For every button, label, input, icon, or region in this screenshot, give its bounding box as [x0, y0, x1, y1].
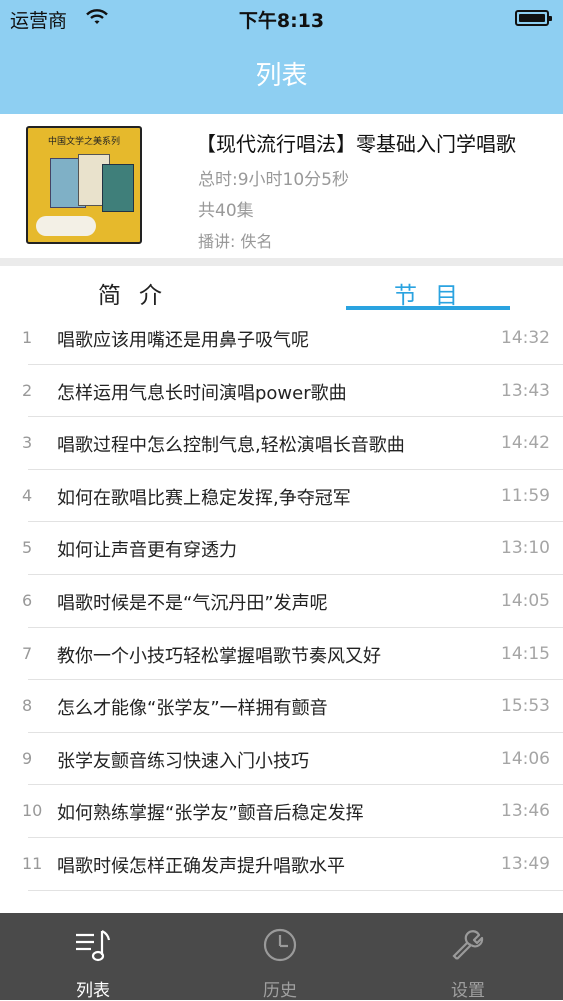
- bottom-tab-bar: 列表 历史 设置: [0, 913, 563, 1001]
- book-total-time: 总时:9小时10分5秒: [198, 170, 349, 190]
- episode-duration: 14:05: [501, 590, 550, 611]
- episode-duration: 13:49: [501, 853, 550, 874]
- list-item[interactable]: 3 唱歌过程中怎么控制气息,轻松演唱长音歌曲 14:42: [0, 417, 563, 470]
- book-narrator: 播讲: 佚名: [198, 232, 273, 251]
- list-item[interactable]: 11 唱歌时候怎样正确发声提升唱歌水平 13:49: [0, 838, 563, 891]
- book-cover: 中国文学之美系列: [26, 126, 142, 244]
- tab-programs[interactable]: 节目: [394, 276, 476, 310]
- episode-number: 8: [22, 696, 33, 716]
- episode-title: 唱歌过程中怎么控制气息,轻松演唱长音歌曲: [57, 435, 405, 457]
- list-item[interactable]: 9 张学友颤音练习快速入门小技巧 14:06: [0, 733, 563, 786]
- episode-number: 1: [22, 328, 33, 347]
- episode-title: 唱歌时候是不是“气沉丹田”发声呢: [57, 592, 328, 614]
- episode-list[interactable]: 1 唱歌应该用嘴还是用鼻子吸气呢 14:32 2 怎样运用气息长时间演唱powe…: [0, 312, 563, 891]
- episode-number: 9: [22, 748, 33, 768]
- list-item[interactable]: 8 怎么才能像“张学友”一样拥有颤音 15:53: [0, 680, 563, 733]
- tab-bar-list[interactable]: 列表: [33, 913, 153, 1001]
- tab-bar-settings[interactable]: 设置: [408, 913, 528, 1001]
- tab-bar-history[interactable]: 历史: [220, 913, 340, 1001]
- episode-number: 4: [22, 485, 33, 505]
- episode-title: 教你一个小技巧轻松掌握唱歌节奏风又好: [57, 645, 381, 667]
- book-info: 中国文学之美系列 【现代流行唱法】零基础入门学唱歌 总时:9小时10分5秒 共4…: [0, 114, 563, 258]
- tab-bar-label: 设置: [451, 981, 485, 1001]
- episode-title: 唱歌时候怎样正确发声提升唱歌水平: [57, 855, 345, 877]
- cover-series-text: 中国文学之美系列: [47, 137, 120, 147]
- episode-duration: 11:59: [501, 485, 550, 506]
- wrench-icon: [452, 930, 484, 960]
- clock-icon: [263, 928, 297, 962]
- episode-duration: 15:53: [501, 696, 550, 717]
- list-item[interactable]: 6 唱歌时候是不是“气沉丹田”发声呢 14:05: [0, 575, 563, 628]
- list-item[interactable]: 1 唱歌应该用嘴还是用鼻子吸气呢 14:32: [0, 312, 563, 365]
- book-episode-count: 共40集: [198, 201, 254, 221]
- cover-art: [102, 164, 134, 212]
- episode-duration: 14:42: [501, 433, 550, 454]
- episode-duration: 14:06: [501, 748, 550, 769]
- episode-duration: 14:32: [501, 328, 550, 348]
- tab-active-indicator: [346, 306, 510, 310]
- page-title: 列表: [255, 61, 308, 91]
- tab-intro[interactable]: 简介: [98, 276, 180, 310]
- episode-number: 6: [22, 590, 33, 610]
- episode-title: 张学友颤音练习快速入门小技巧: [57, 750, 309, 772]
- episode-duration: 13:46: [501, 801, 550, 822]
- episode-title: 如何让声音更有穿透力: [57, 540, 237, 562]
- episode-duration: 14:15: [501, 643, 550, 664]
- episode-number: 7: [22, 643, 33, 663]
- tab-bar-label: 历史: [263, 981, 297, 1001]
- header: 运营商 下午8:13 列表: [0, 0, 563, 114]
- battery-icon: [515, 10, 552, 26]
- episode-title: 怎么才能像“张学友”一样拥有颤音: [57, 698, 328, 720]
- book-title: 【现代流行唱法】零基础入门学唱歌: [196, 132, 516, 156]
- episode-title: 唱歌应该用嘴还是用鼻子吸气呢: [57, 330, 309, 351]
- episode-number: 11: [22, 853, 43, 873]
- episode-number: 2: [22, 380, 33, 400]
- episode-duration: 13:10: [501, 538, 550, 559]
- tab-bar-label: 列表: [76, 981, 110, 1001]
- episode-number: 10: [22, 801, 43, 821]
- list-item[interactable]: 10 如何熟练掌握“张学友”颤音后稳定发挥 13:46: [0, 785, 563, 838]
- section-divider: [0, 258, 563, 266]
- music-list-icon: [76, 930, 111, 962]
- episode-title: 怎样运用气息长时间演唱power歌曲: [57, 382, 347, 404]
- cover-art: [36, 216, 96, 236]
- list-item[interactable]: 7 教你一个小技巧轻松掌握唱歌节奏风又好 14:15: [0, 628, 563, 681]
- episode-number: 3: [22, 433, 33, 453]
- episode-duration: 13:43: [501, 380, 550, 401]
- episode-title: 如何在歌唱比赛上稳定发挥,争夺冠军: [57, 487, 351, 509]
- episode-number: 5: [22, 538, 33, 558]
- list-item[interactable]: 5 如何让声音更有穿透力 13:10: [0, 522, 563, 575]
- status-time: 下午8:13: [238, 10, 325, 32]
- episode-title: 如何熟练掌握“张学友”颤音后稳定发挥: [57, 803, 364, 825]
- segment-tabs: 简介 节目: [0, 266, 563, 312]
- list-item[interactable]: 4 如何在歌唱比赛上稳定发挥,争夺冠军 11:59: [0, 470, 563, 523]
- list-item[interactable]: 2 怎样运用气息长时间演唱power歌曲 13:43: [0, 365, 563, 418]
